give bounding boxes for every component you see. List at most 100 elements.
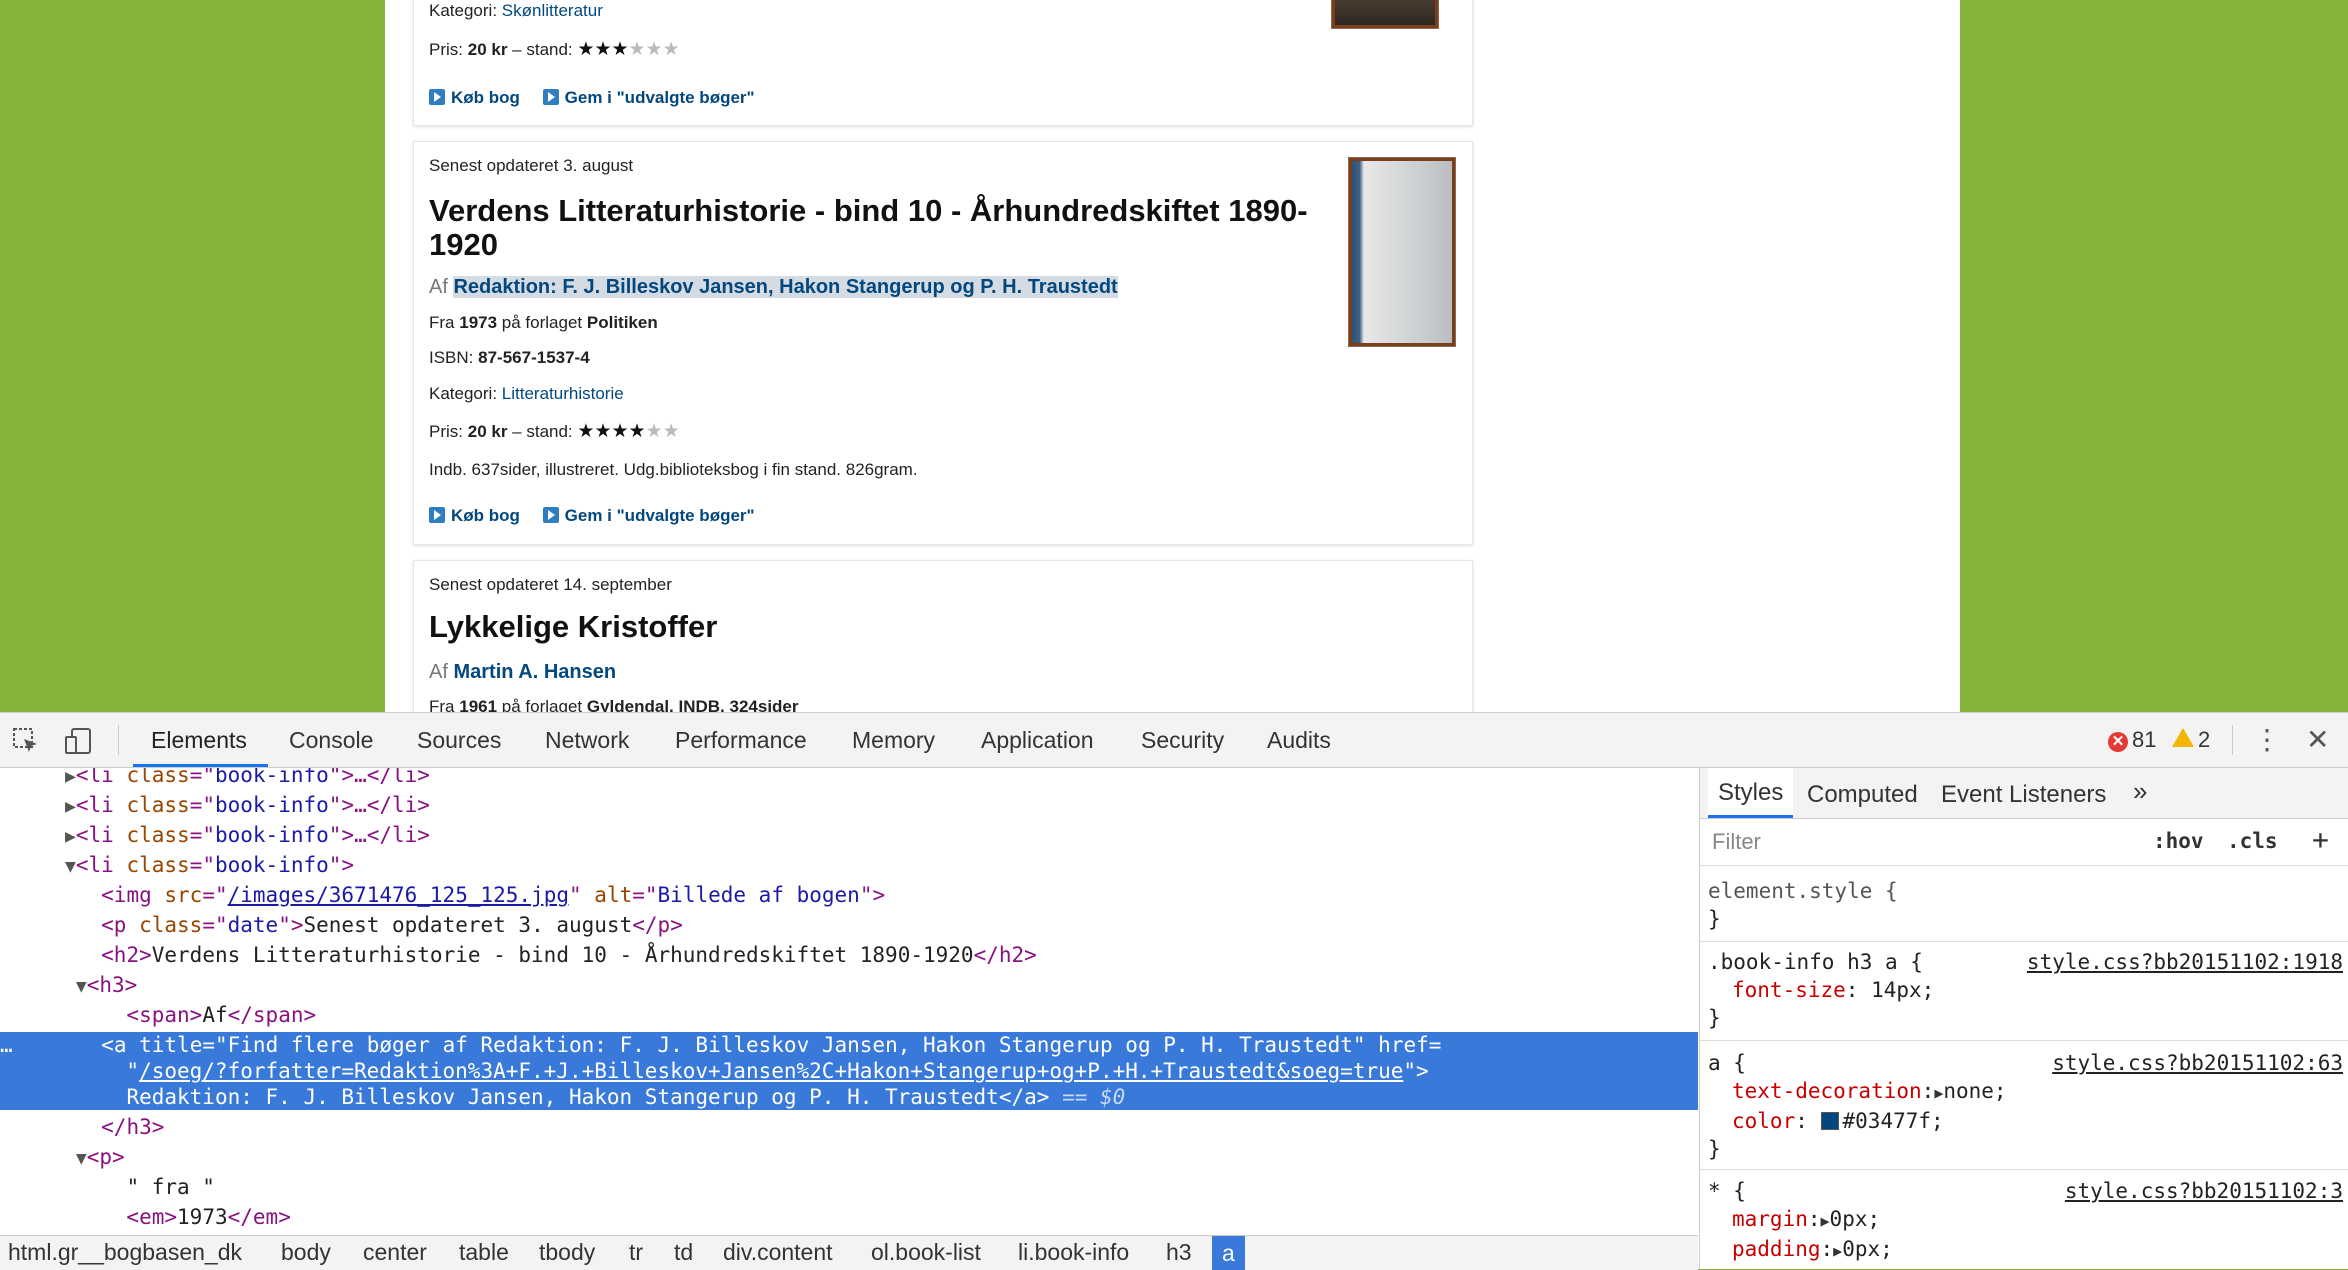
tab-performance[interactable]: Performance [675,727,807,754]
category-label: Kategori: [429,1,498,20]
style-source-link[interactable]: style.css?bb20151102:63 [2052,1049,2343,1077]
play-icon [429,89,445,105]
book-title: Verdens Litteraturhistorie - bind 10 - Å… [429,193,1308,262]
styles-filter-bar: Filter :hov .cls + [1700,819,2348,866]
new-rule-icon[interactable]: + [2312,823,2329,856]
dom-node-img[interactable]: <img src="/images/3671476_125_125.jpg" a… [0,880,1698,910]
class-toggle[interactable]: .cls [2227,829,2278,853]
device-toolbar-icon[interactable] [64,727,94,762]
breadcrumb-item[interactable]: tr [629,1239,643,1266]
style-rule-element[interactable]: element.style { } [1700,877,2348,942]
author-link[interactable]: Redaktion: F. J. Billeskov Jansen, Hakon… [453,276,1118,298]
dom-node-h3[interactable]: ▼<h3> [0,970,1698,1000]
card-actions: Køb bog Gem i "udvalgte bøger" [429,88,773,108]
warning-counter[interactable]: 2 [2172,727,2210,753]
save-book-button[interactable]: Gem i "udvalgte bøger" [542,506,755,525]
dom-node-p[interactable]: ▼<p> [0,1142,1698,1172]
style-source-link[interactable]: style.css?bb20151102:1918 [2027,948,2343,976]
error-icon: ✕ [2108,732,2128,752]
condition-stars: ★★★★★★ [577,421,680,442]
styles-tabs: Styles Computed Event Listeners » [1700,768,2348,819]
tab-styles[interactable]: Styles [1708,768,1794,818]
elements-tree[interactable]: ▶<li class="book-info">…</li> ▶<li class… [0,768,1698,1235]
error-counter[interactable]: ✕ 81 [2108,727,2156,753]
dom-node-h3-close[interactable]: </h3> [0,1112,1698,1142]
tab-console[interactable]: Console [289,727,373,754]
style-rule-universal[interactable]: * { style.css?bb20151102:3 margin:▶0px; … [1700,1177,2348,1265]
style-source-link[interactable]: style.css?bb20151102:3 [2065,1177,2343,1205]
book-card: Kategori: Skønlitteratur Pris: 20 kr – s… [413,0,1473,126]
publication-year: 1973 [459,313,498,332]
tab-elements[interactable]: Elements [151,727,247,754]
toolbar-separator [118,725,119,755]
dom-node-em[interactable]: <em>1973</em> [0,1202,1698,1232]
tab-audits[interactable]: Audits [1267,727,1331,754]
breadcrumb-item[interactable]: body [281,1239,331,1266]
devtools-panel: Elements Console Sources Network Perform… [0,712,2348,1270]
active-tab-indicator [133,764,268,767]
tab-memory[interactable]: Memory [852,727,935,754]
author-row: Af Martin A. Hansen [429,661,617,683]
more-tabs-icon[interactable]: » [2133,776,2147,807]
play-icon [542,89,559,105]
price-value: 20 kr [467,422,508,441]
breadcrumb-item[interactable]: center [363,1239,427,1266]
dom-text-node[interactable]: " fra " [0,1172,1698,1202]
buy-book-button[interactable]: Køb bog [429,88,520,107]
condition-stars: ★★★★★★ [577,39,680,60]
breadcrumb-item-selected[interactable]: a [1212,1236,1245,1270]
breadcrumb-item[interactable]: li.book-info [1018,1239,1129,1266]
tab-sources[interactable]: Sources [417,727,501,754]
close-icon[interactable]: ✕ [2306,723,2329,756]
dom-node-li-collapsed[interactable]: ▶<li class="book-info">…</li> [0,820,1698,850]
save-book-button[interactable]: Gem i "udvalgte bøger" [542,88,755,107]
author-link[interactable]: Martin A. Hansen [453,661,616,683]
book-cover-image [1348,157,1456,347]
author-prefix: Af [429,276,448,298]
breadcrumb-item[interactable]: td [674,1239,693,1266]
breadcrumb-item[interactable]: h3 [1166,1239,1192,1266]
tab-computed[interactable]: Computed [1807,781,1918,809]
breadcrumb-item[interactable]: div.content [723,1239,833,1266]
isbn-value: 87-567-1537-4 [478,348,590,367]
styles-pane: Styles Computed Event Listeners » Filter… [1699,768,2348,1269]
filter-input[interactable]: Filter [1712,829,1761,855]
dom-node-h2[interactable]: <h2>Verdens Litteraturhistorie - bind 10… [0,940,1698,970]
breadcrumb-item[interactable]: html.gr__bogbasen_dk [8,1239,242,1266]
price-row: Pris: 20 kr – stand: ★★★★★★ [429,38,680,61]
category-link[interactable]: Litteraturhistorie [502,384,624,403]
dom-node-li-expanded[interactable]: ▼<li class="book-info"> [0,850,1698,880]
breadcrumb-item[interactable]: tbody [539,1239,595,1266]
expand-triangle-icon[interactable]: ▶ [1934,1084,1943,1102]
inspect-element-icon[interactable] [12,727,40,762]
category-label: Kategori: [429,384,498,403]
color-swatch[interactable] [1820,1112,1839,1130]
tab-network[interactable]: Network [545,727,629,754]
dom-node-p-date[interactable]: <p class="date">Senest opdateret 3. augu… [0,910,1698,940]
style-rule-a[interactable]: a { style.css?bb20151102:63 text-decorat… [1700,1049,2348,1170]
book-card: Senest opdateret 3. august Verdens Litte… [413,141,1473,545]
expand-triangle-icon[interactable]: ▶ [1821,1212,1830,1230]
author-row: Af Redaktion: F. J. Billeskov Jansen, Ha… [429,276,1118,299]
dom-node-li-collapsed[interactable]: ▶<li class="book-info">…</li> [0,790,1698,820]
dom-node-span[interactable]: <span>Af</span> [0,1000,1698,1030]
expand-triangle-icon[interactable]: ▶ [1833,1242,1842,1260]
style-rule-book-info[interactable]: .book-info h3 a { style.css?bb20151102:1… [1700,948,2348,1041]
breadcrumb-item[interactable]: ol.book-list [871,1239,981,1266]
selected-dom-node-a[interactable]: … <a title="Find flere bøger af Redaktio… [0,1032,1698,1110]
web-page: Kategori: Skønlitteratur Pris: 20 kr – s… [0,0,2348,712]
more-options-icon[interactable]: ⋮ [2253,723,2281,756]
breadcrumb-item[interactable]: table [459,1239,509,1266]
card-actions: Køb bog Gem i "udvalgte bøger" [429,506,773,526]
buy-book-button[interactable]: Køb bog [429,506,520,525]
hover-state-toggle[interactable]: :hov [2153,829,2204,853]
tab-security[interactable]: Security [1141,727,1224,754]
breadcrumb: html.gr__bogbasen_dk body center table t… [0,1235,1698,1270]
dom-node-li-collapsed[interactable]: ▶<li class="book-info">…</li> [0,768,1698,790]
publication-row: Fra 1973 på forlaget Politiken [429,313,658,332]
tab-event-listeners[interactable]: Event Listeners [1941,781,2106,809]
price-row: Pris: 20 kr – stand: ★★★★★★ [429,421,680,442]
updated-date: Senest opdateret 3. august [429,156,634,175]
category-link[interactable]: Skønlitteratur [502,1,603,20]
tab-application[interactable]: Application [981,727,1094,754]
